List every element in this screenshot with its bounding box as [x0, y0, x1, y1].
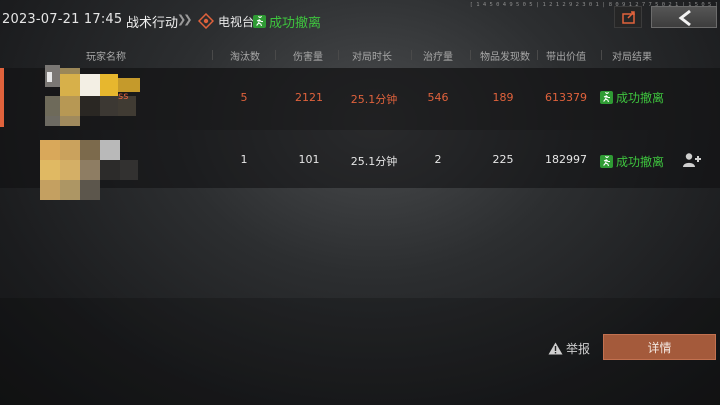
- game-mode: 战术行动: [126, 16, 179, 31]
- damage-value: 2121: [295, 91, 323, 104]
- result-status: 成功撤离: [600, 153, 664, 170]
- result-label: 成功撤离: [616, 91, 665, 105]
- match-datetime: 2023-07-21 17:45: [2, 12, 123, 27]
- kills-value: 5: [240, 91, 248, 104]
- escape-icon: [600, 155, 613, 168]
- back-button[interactable]: [651, 6, 717, 28]
- damage-value: 101: [298, 153, 320, 166]
- header-value: 带出价值: [546, 52, 586, 63]
- share-icon: [622, 11, 635, 24]
- add-friend-icon[interactable]: [682, 152, 702, 168]
- items-found-value: 189: [492, 91, 514, 104]
- duration-value: 25.1分钟: [350, 155, 398, 168]
- column-divider: [470, 50, 471, 60]
- table-row[interactable]: ss 5 2121 25.1分钟 546 189 613379 成功撤离: [0, 65, 720, 130]
- details-button[interactable]: 详情: [603, 334, 716, 360]
- kills-value: 1: [240, 153, 248, 166]
- share-button[interactable]: [614, 6, 642, 28]
- top-bar: 2023-07-21 17:45 战术行动 ❯❯ 电视台 成功撤离 [ 1 4 …: [0, 0, 720, 44]
- column-divider: [275, 50, 276, 60]
- result-status: 成功撤离: [600, 89, 664, 106]
- duration-value: 25.1分钟: [350, 93, 398, 106]
- healing-value: 546: [427, 91, 449, 104]
- match-result-label: 成功撤离: [269, 16, 322, 31]
- avatar: [40, 140, 138, 200]
- match-result-header: 成功撤离: [253, 12, 321, 31]
- escape-icon: [253, 15, 266, 28]
- header-result: 对局结果: [612, 52, 652, 63]
- header-duration: 对局时长: [352, 52, 392, 63]
- result-label: 成功撤离: [616, 155, 665, 169]
- carried-value: 182997: [545, 153, 587, 166]
- column-divider: [338, 50, 339, 60]
- header-damage: 伤害量: [293, 52, 323, 63]
- report-label: 举报: [566, 342, 591, 356]
- map-name: 电视台: [218, 15, 255, 29]
- self-row-indicator: [0, 68, 4, 127]
- double-chevron-right-icon: ❯❯: [177, 13, 193, 26]
- healing-value: 2: [434, 153, 442, 166]
- header-healing: 治疗量: [423, 52, 453, 63]
- column-divider: [601, 50, 602, 60]
- header-kills: 淘汰数: [230, 52, 260, 63]
- column-divider: [411, 50, 412, 60]
- map-marker-icon: [198, 13, 214, 29]
- header-items-found: 物品发现数: [480, 52, 530, 63]
- column-divider: [212, 50, 213, 60]
- table-row[interactable]: 1 101 25.1分钟 2 225 182997 成功撤离: [0, 130, 720, 200]
- escape-icon: [600, 91, 613, 104]
- chevron-left-icon: [678, 9, 691, 27]
- items-found-value: 225: [492, 153, 514, 166]
- carried-value: 613379: [545, 91, 587, 104]
- report-button[interactable]: 举报: [548, 340, 590, 357]
- column-divider: [537, 50, 538, 60]
- warning-icon: [548, 342, 563, 355]
- player-name: ss: [118, 91, 129, 102]
